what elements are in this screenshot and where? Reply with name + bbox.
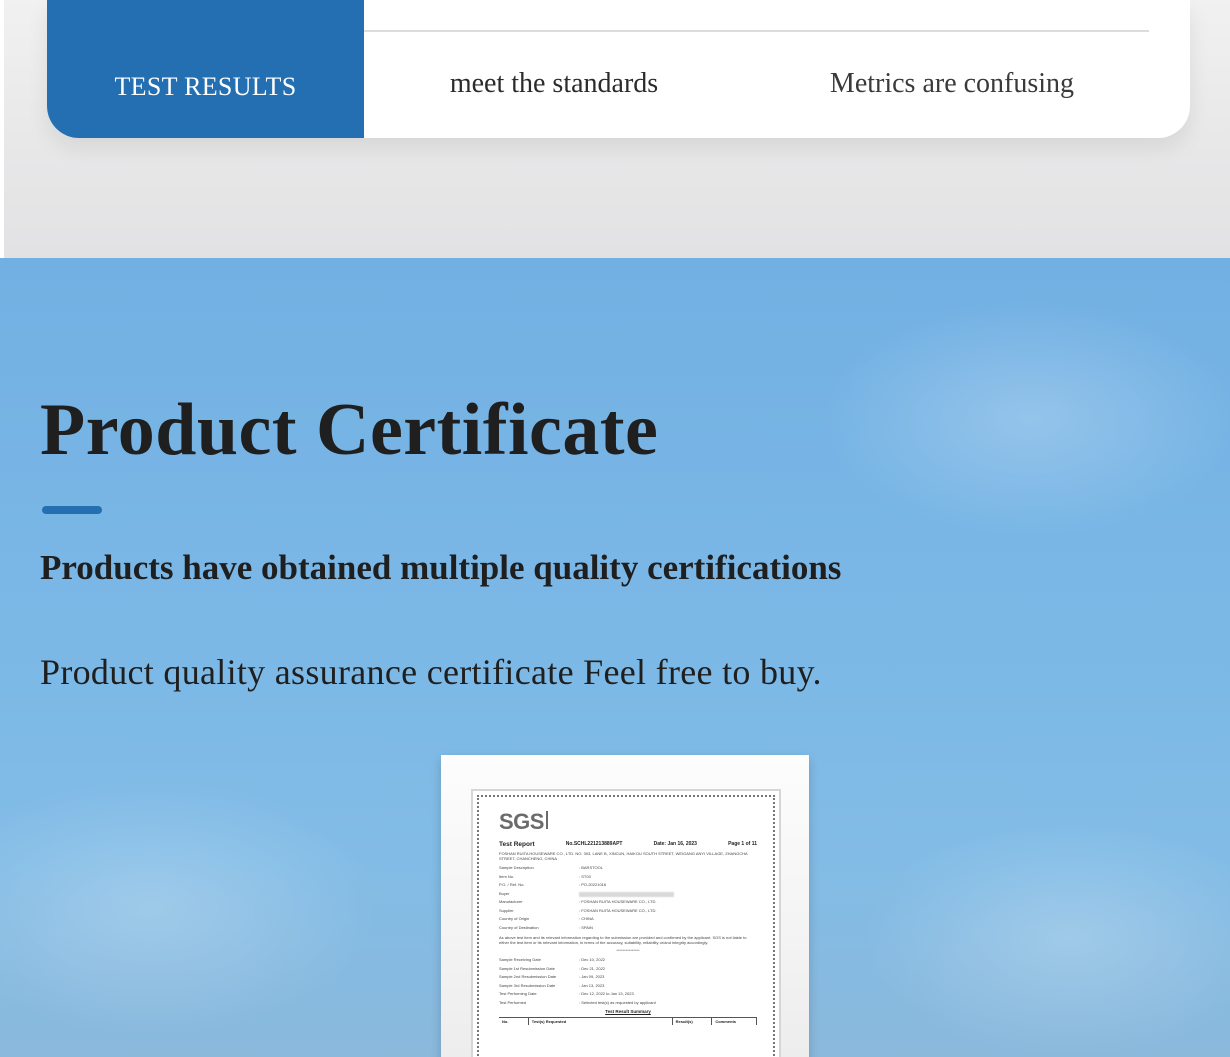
date-row: Sample 1st Resubmission Date: Dec 21, 20… [499,965,606,971]
date-row: Sample Receiving Date: Dec 10, 2022 [499,957,606,962]
report-header: Test Report No.SCHL221213889APT Date: Ja… [499,841,757,848]
section-subtitle: Products have obtained multiple quality … [40,548,842,587]
test-results-tab: TEST RESULTS [47,0,364,138]
certificate-frame: SGS Test Report No.SCHL221213889APT Date… [441,755,809,1057]
date-info: Sample Receiving Date: Dec 10, 2022 Samp… [499,956,757,1007]
info-row: Supplier: FOSHAN RUITA HOUSEWARE CO., LT… [499,907,657,913]
table-header: Comments [712,1018,757,1025]
date-row: Test Performed: Selected test(s) as requ… [499,999,656,1005]
date-row: Sample 2nd Resubmission Date: Jan 09, 20… [499,974,605,979]
table-header: No. [499,1018,529,1025]
sky-cloud [860,818,1230,1057]
meet-standards-column: meet the standards [449,68,659,99]
metrics-confusing-column: Metrics are confusing [829,68,1075,99]
divider-stars: *************** [616,948,640,953]
table-header: Test(s) Requested [529,1018,673,1025]
left-edge [0,0,4,258]
info-row: Manufacturer: FOSHAN RUITA HOUSEWARE CO.… [499,899,657,904]
blurred-buyer: : -------- [579,891,674,897]
sample-info: Sample Description: BARSTOOL Item No.: S… [499,864,757,932]
title-accent-bar [42,506,102,514]
date-row: Test Performing Date: Dec 12, 2022 to Ja… [499,991,634,996]
top-band: TEST RESULTS meet the standards Metrics … [0,0,1230,258]
date-row: Sample 3rd Resubmission Date: Jan 13, 20… [499,982,605,988]
disclaimer-text: As above test item and its relevant info… [499,935,747,945]
applicant-address: FOSHAN RUITA HOUSEWARE CO., LTD. NO. 303… [499,851,748,861]
certificate-section: Product Certificate Products have obtain… [0,258,1230,1057]
table-header: Result(s) [673,1018,713,1025]
section-title: Product Certificate [40,389,659,471]
report-date: Date: Jan 16, 2023 [653,841,697,847]
report-page: Page 1 of 11 [728,841,757,847]
sky-cloud [0,778,380,1038]
info-row: Item No.: ST03 [499,873,591,879]
info-row: Sample Description: BARSTOOL [499,865,603,870]
report-label: Test Report [499,841,535,848]
info-row: Buyer: -------- [499,890,757,899]
section-description: Product quality assurance certificate Fe… [40,652,822,692]
comparison-card: TEST RESULTS meet the standards Metrics … [47,0,1190,138]
test-report-document: SGS Test Report No.SCHL221213889APT Date… [499,809,757,1057]
info-row: Country of Origin: CHINA [499,916,594,921]
summary-label: Test Result Summary [605,1009,651,1014]
summary-table-header: No. Test(s) Requested Result(s) Comments [499,1017,757,1025]
sgs-logo: SGS [499,809,548,834]
certificate-mat: SGS Test Report No.SCHL221213889APT Date… [471,789,781,1057]
sky-cloud [820,298,1230,538]
test-results-label: TEST RESULTS [114,72,297,101]
report-number: No.SCHL221213889APT [565,841,623,847]
info-row: Country of Destination: SPAIN [499,924,593,930]
info-row: P.O. / Ref. No.: PO-20221016 [499,882,607,887]
